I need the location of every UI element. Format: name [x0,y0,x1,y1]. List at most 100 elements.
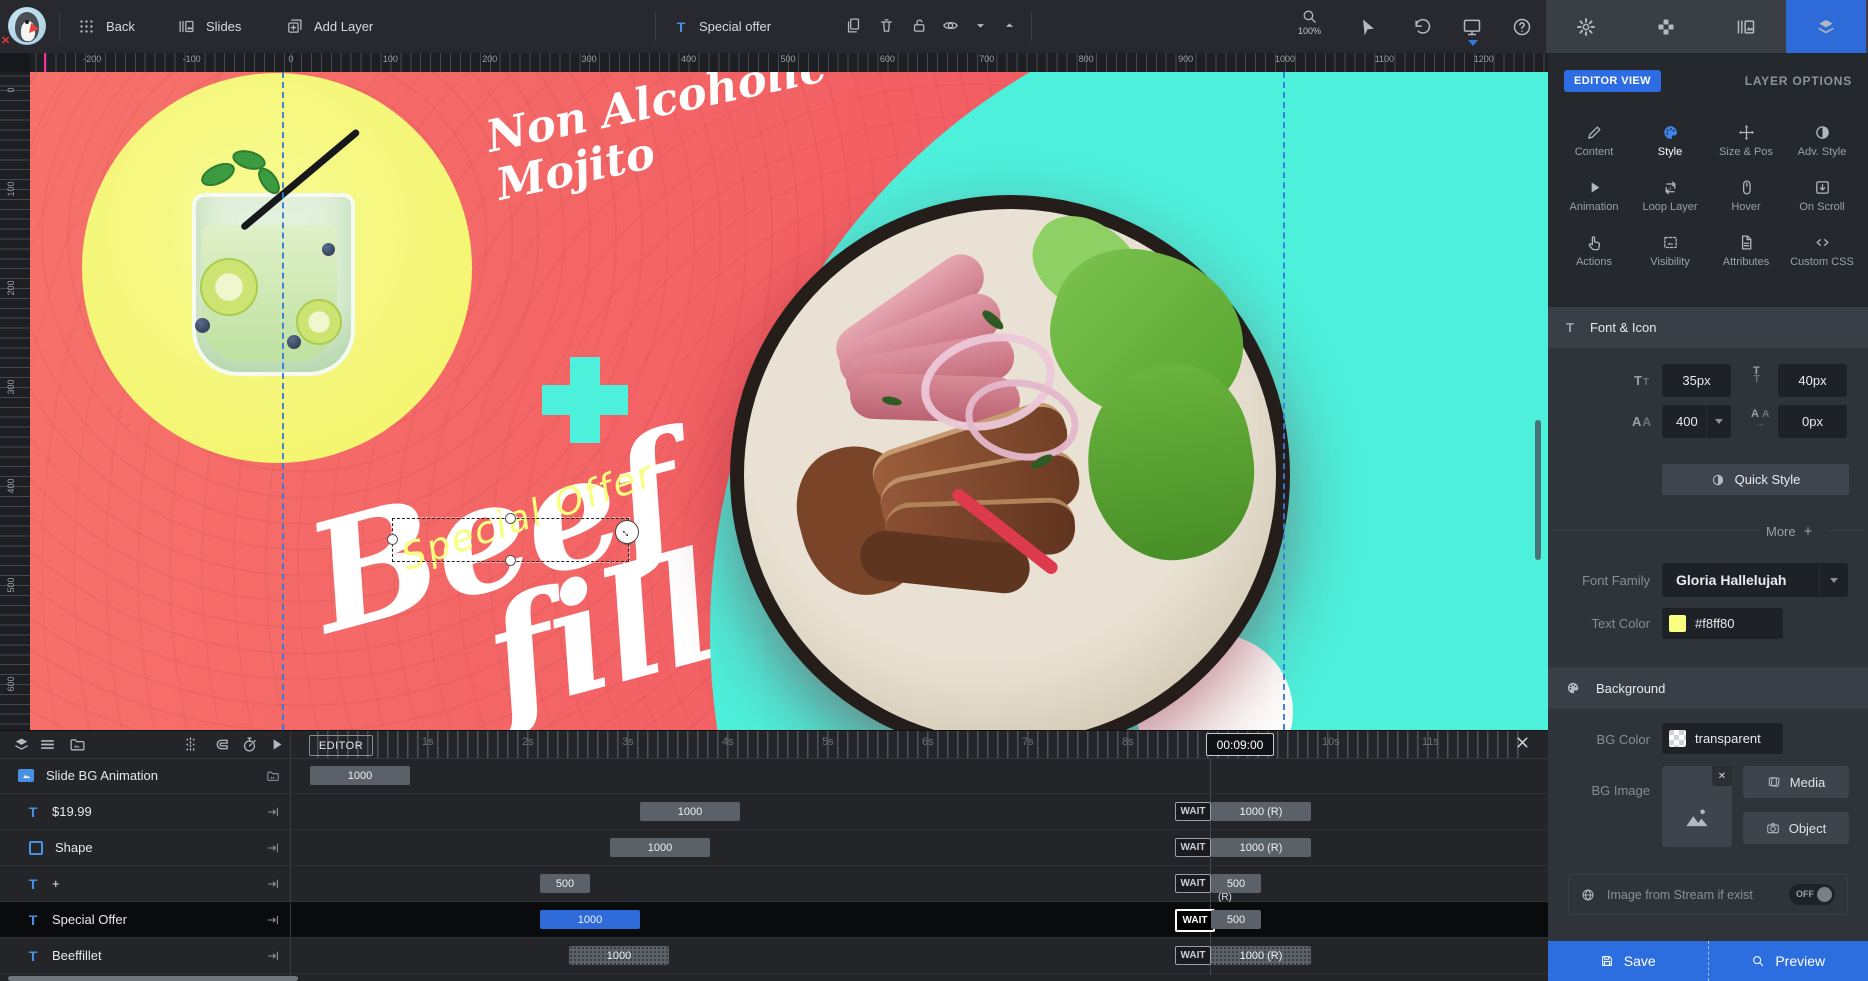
undo-icon[interactable] [1412,17,1432,37]
option-tab-size-pos[interactable]: Size & Pos [1708,121,1784,173]
timeline-track[interactable] [291,902,1548,938]
pointer-tool-icon[interactable] [1358,17,1378,37]
media-button[interactable]: Media [1743,766,1849,798]
wait-badge[interactable]: WAIT [1175,946,1211,965]
background-section-header[interactable]: Background [1548,667,1868,709]
font-icon-section-header[interactable]: T Font & Icon [1548,307,1868,348]
font-size-input[interactable]: 35px [1662,364,1731,397]
wait-badge[interactable]: WAIT [1175,802,1211,821]
timeline-track[interactable] [291,938,1548,974]
layer-animation-end-icon[interactable] [266,949,280,963]
yellow-circle-shape[interactable] [82,73,472,463]
option-tab-attributes[interactable]: Attributes [1708,231,1784,283]
layer-animation-end-icon[interactable] [266,841,280,855]
tab-slide-settings[interactable] [1546,0,1626,53]
bg-color-swatch[interactable] [1669,730,1686,747]
text-color-input[interactable]: #f8ff80 [1662,608,1783,639]
selection-handle-left[interactable] [387,534,398,545]
timeline-close-icon[interactable] [1514,734,1531,751]
wait-badge[interactable]: WAIT [1175,874,1211,893]
quick-style-button[interactable]: Quick Style [1662,464,1849,495]
stream-toggle[interactable]: OFF [1789,884,1835,905]
more-options-button[interactable]: More+ [1766,523,1812,540]
timeline-stopwatch-icon[interactable] [241,736,258,753]
layer-row-special-offer[interactable]: TSpecial Offer [0,902,290,938]
text-color-swatch[interactable] [1669,615,1686,632]
option-tab-animation[interactable]: Animation [1556,176,1632,228]
option-tab-actions[interactable]: Actions [1556,231,1632,283]
letter-spacing-input[interactable]: 0px [1778,405,1847,438]
timeline-track[interactable] [291,794,1548,830]
wait-badge[interactable]: WAIT [1175,909,1215,932]
object-button[interactable]: Object [1743,812,1849,844]
bg-image-remove-icon[interactable]: ✕ [1712,766,1732,786]
canvas-scrollbar[interactable] [1535,420,1541,560]
option-tab-style[interactable]: Style [1632,121,1708,173]
layer-animation-end-icon[interactable] [266,913,280,927]
option-tab-custom-css[interactable]: Custom CSS [1784,231,1860,283]
animation-duration-bar[interactable]: 1000 [569,946,669,965]
slide-canvas[interactable]: Beef fillet Non A [30,72,1548,730]
tab-slides-panel[interactable] [1706,0,1786,53]
tab-animations[interactable] [1626,0,1706,53]
help-icon[interactable] [1512,17,1532,37]
editor-view-button[interactable]: EDITOR VIEW [1564,70,1661,92]
font-weight-select[interactable]: 400 [1662,405,1731,438]
tab-layers-panel[interactable] [1786,0,1866,53]
layer-row-shape[interactable]: Shape [0,830,290,866]
layer-media-icon[interactable] [266,769,280,783]
timeline-magnet-icon[interactable] [213,736,230,753]
save-button[interactable]: Save [1548,941,1708,981]
playhead-time-badge[interactable]: 00:09:00 [1206,733,1274,756]
heading-text-layer[interactable]: Non Alcoholic Mojito [482,72,840,210]
font-family-select[interactable]: Gloria Hallelujah [1662,563,1848,597]
layer-row-beeffillet[interactable]: TBeeffillet [0,938,290,974]
option-tab-visibility[interactable]: Visibility [1632,231,1708,283]
timeline-track[interactable] [291,866,1548,902]
timeline-editor-button[interactable]: EDITOR [309,735,373,756]
timeline-folder-icon[interactable] [69,736,86,753]
animation-duration-bar[interactable]: 1000 (R) [1211,802,1311,821]
line-height-input[interactable]: 40px [1778,364,1847,397]
animation-duration-bar[interactable]: 1000 [540,910,640,929]
option-tab-hover[interactable]: Hover [1708,176,1784,228]
timeline-scrollbar[interactable] [8,976,298,981]
layer-animation-end-icon[interactable] [266,805,280,819]
wait-badge[interactable]: WAIT [1175,838,1211,857]
add-layer-button[interactable]: Add Layer [286,0,373,53]
move-down-icon[interactable] [972,17,989,34]
move-up-icon[interactable] [1001,17,1018,34]
lock-layer-icon[interactable] [911,17,928,34]
selection-handle-bottom[interactable] [505,555,516,566]
layer-row-slide-bg-animation[interactable]: Slide BG Animation [0,758,290,794]
option-tab-adv-style[interactable]: Adv. Style [1784,121,1860,173]
timeline-grid-icon[interactable] [182,736,199,753]
back-button[interactable]: Back [78,0,135,53]
layer-row--19-99[interactable]: T$19.99 [0,794,290,830]
animation-duration-bar[interactable]: 1000 [640,802,740,821]
preview-button[interactable]: Preview [1708,941,1868,981]
animation-duration-bar[interactable]: 1000 [310,766,410,785]
animation-duration-bar[interactable]: 1000 (R) [1211,946,1311,965]
device-preview-icon[interactable] [1462,17,1482,37]
timeline-ruler[interactable]: EDITOR 00:09:00 1s2s3s4s5s6s7s8s9s10s11s [0,731,1548,759]
slides-button[interactable]: Slides [178,0,241,53]
animation-duration-bar[interactable]: 1000 (R) [1211,838,1311,857]
animation-duration-bar[interactable]: 1000 [610,838,710,857]
playhead-line[interactable] [1210,758,1211,975]
app-logo[interactable] [8,7,46,45]
duplicate-layer-icon[interactable] [845,17,862,34]
animation-duration-bar[interactable]: 500 [540,874,590,893]
animation-duration-bar[interactable]: 500 [1211,910,1261,929]
animation-duration-bar[interactable]: 500 [1211,874,1261,893]
timeline-layers-icon[interactable] [13,736,30,753]
timeline-track[interactable] [291,830,1548,866]
beef-plate-image[interactable] [730,195,1290,730]
selection-handle-top[interactable] [505,513,516,524]
option-tab-on-scroll[interactable]: On Scroll [1784,176,1860,228]
timeline-track[interactable] [291,758,1548,794]
timeline-list-icon[interactable] [39,736,56,753]
timeline-play-icon[interactable] [268,736,285,753]
zoom-control[interactable]: 100% [1298,8,1321,36]
layer-row--[interactable]: T+ [0,866,290,902]
